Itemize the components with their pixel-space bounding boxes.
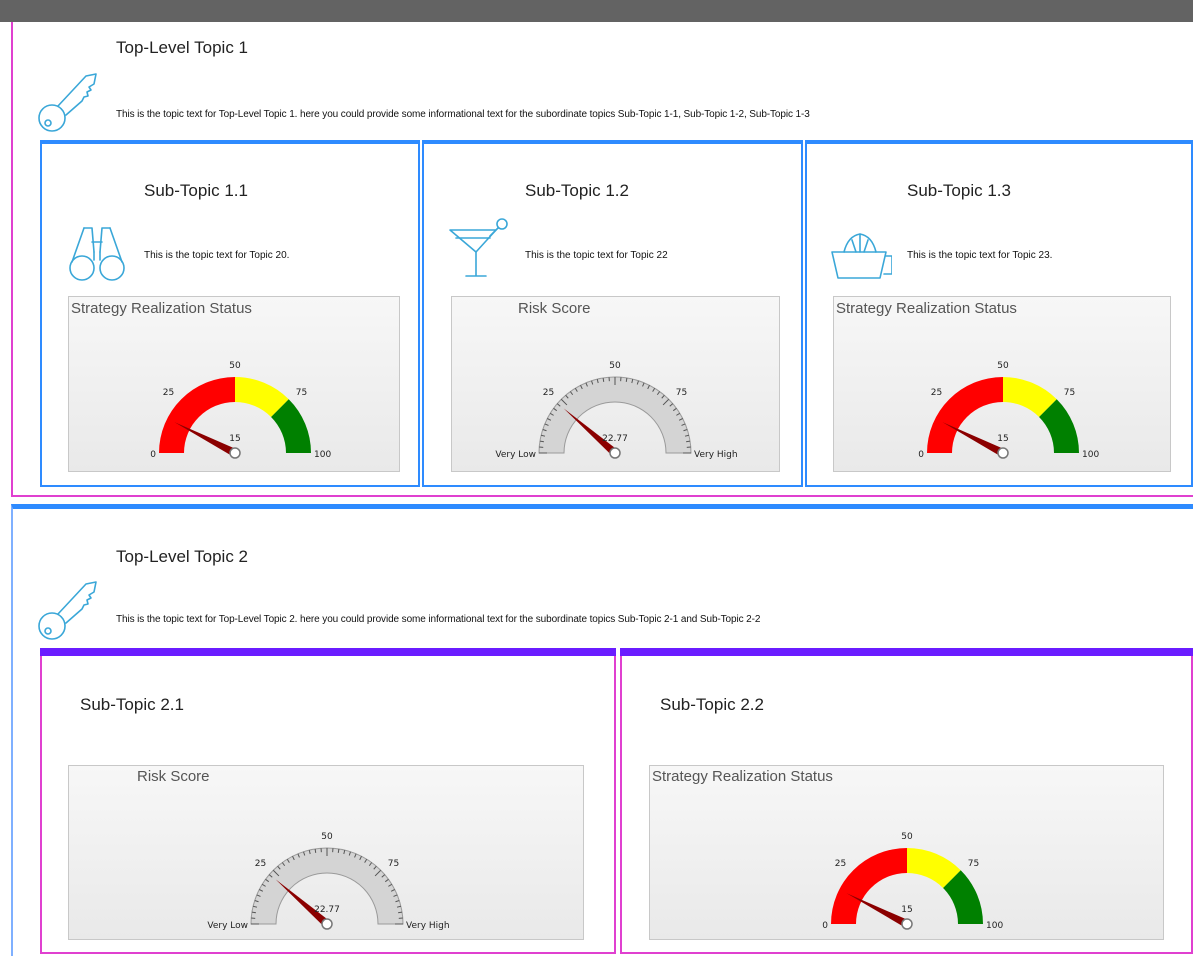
gauge-tick-label: 100 (986, 921, 1003, 931)
binoculars-icon (69, 227, 125, 281)
gauge-value-label: 15 (229, 434, 240, 444)
topic-1-text: This is the topic text for Top-Level Top… (116, 109, 810, 120)
gauge-tick-label: 75 (968, 859, 979, 869)
sub-topic-header-bar (620, 648, 1193, 656)
gauge-tick-label: 25 (835, 859, 846, 869)
gauge-tick-label: 75 (676, 388, 687, 398)
gauge-tick (398, 911, 403, 914)
cocktail-glass-icon (449, 218, 508, 277)
gauge-tick-label: 75 (1064, 388, 1075, 398)
juicer-icon (831, 233, 892, 279)
gauge-tick-label: 75 (296, 388, 307, 398)
gauge-pivot (609, 447, 621, 459)
gauge-pivot (997, 447, 1009, 459)
gauge-tick (539, 440, 544, 443)
gauge-tick-label: Very High (406, 921, 450, 931)
gauge-panel: Strategy Realization Status 0 25 50 75 100 15 (68, 296, 400, 472)
window-top-bar (0, 0, 1193, 22)
sub-topic-text: This is the topic text for Topic 20. (144, 250, 290, 261)
gauge-tick-label: 50 (997, 361, 1009, 371)
gauge-tick-label: 50 (229, 361, 241, 371)
gauge-panel: Risk Score Very Low 25 50 75 Very High 22.77 (451, 296, 780, 472)
sub-topic-text: This is the topic text for Topic 23. (907, 250, 1053, 261)
gauge-tick (337, 848, 340, 853)
gauge-panel: Strategy Realization Status 0 25 50 75 100 15 (833, 296, 1171, 472)
gauge-tick-label: 0 (150, 450, 156, 460)
gauge-tick-label: 50 (901, 832, 913, 842)
gauge-tick-label: Very Low (207, 921, 248, 931)
topic-2-text: This is the topic text for Top-Level Top… (116, 614, 761, 625)
topic-2-title: Top-Level Topic 2 (116, 547, 248, 566)
gauge-tick-label: 75 (388, 859, 399, 869)
gauge-chart: Very Low 25 50 75 Very High 22.77 (207, 832, 450, 931)
gauge-tick-label: 25 (543, 388, 554, 398)
gauge-pivot (229, 447, 241, 459)
gauge-pivot (321, 918, 333, 930)
sub-topic-title: Sub-Topic 1.2 (525, 181, 629, 200)
gauge-tick (314, 848, 317, 853)
sub-topic-text: This is the topic text for Topic 22 (525, 250, 668, 261)
topic-1-title: Top-Level Topic 1 (116, 38, 248, 57)
gauge-needle (275, 879, 330, 928)
gauge-tick (251, 911, 256, 914)
sub-topic-header-bar (40, 648, 616, 656)
gauge-tick-label: 100 (314, 450, 331, 460)
gauge-value-label: 15 (901, 905, 912, 915)
gauge-tick (686, 440, 691, 443)
gauge-tick-label: 25 (255, 859, 266, 869)
gauge-tick-label: Very High (694, 450, 738, 460)
gauge-value-label: 22.77 (314, 905, 340, 915)
gauge-value-label: 15 (997, 434, 1008, 444)
gauge-tick-label: 50 (321, 832, 333, 842)
gauge-tick-label: 50 (609, 361, 621, 371)
sub-topic-title: Sub-Topic 2.1 (80, 695, 184, 714)
gauge-needle (563, 408, 618, 457)
sub-topic-title: Sub-Topic 1.1 (144, 181, 248, 200)
gauge-chart: 0 25 50 75 100 15 (150, 361, 331, 460)
gauge-chart: 0 25 50 75 100 15 (822, 832, 1003, 931)
gauge-tick-label: 0 (918, 450, 924, 460)
gauge-chart: Very Low 25 50 75 Very High 22.77 (495, 361, 738, 460)
gauge-tick (625, 377, 628, 382)
gauge-tick-label: Very Low (495, 450, 536, 460)
gauge-tick-label: 100 (1082, 450, 1099, 460)
gauge-panel: Strategy Realization Status 0 25 50 75 100 15 (649, 765, 1164, 940)
key-icon (38, 73, 97, 132)
gauge-pivot (901, 918, 913, 930)
gauge-tick (602, 377, 605, 382)
key-icon (38, 581, 97, 640)
gauge-panel: Risk Score Very Low 25 50 75 Very High 22.77 (68, 765, 584, 940)
gauge-value-label: 22.77 (602, 434, 628, 444)
sub-topic-title: Sub-Topic 1.3 (907, 181, 1011, 200)
gauge-tick-label: 25 (163, 388, 174, 398)
gauge-tick-label: 0 (822, 921, 828, 931)
sub-topic-title: Sub-Topic 2.2 (660, 695, 764, 714)
gauge-tick-label: 25 (931, 388, 942, 398)
gauge-chart: 0 25 50 75 100 15 (918, 361, 1099, 460)
